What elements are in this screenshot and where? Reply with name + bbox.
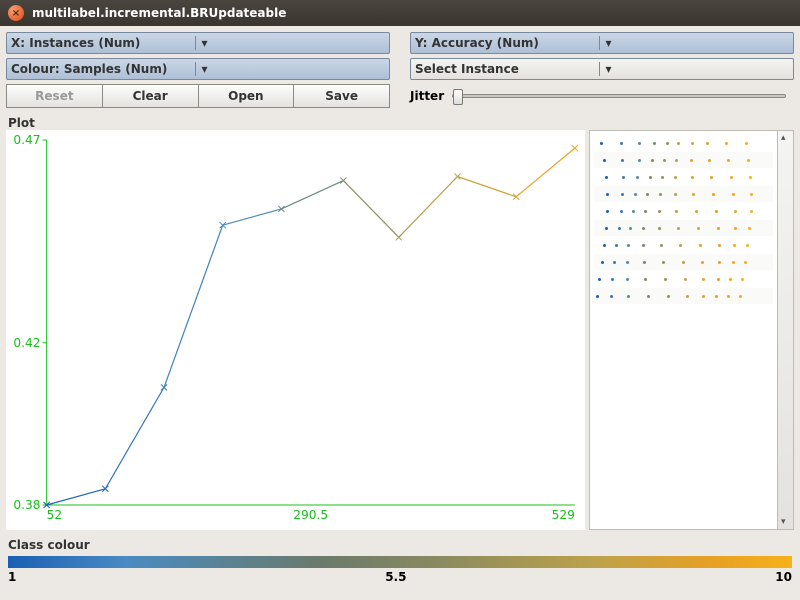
chevron-down-icon: ▾ bbox=[195, 36, 386, 50]
attribute-strip[interactable]: Y bbox=[594, 135, 773, 152]
save-button[interactable]: Save bbox=[294, 84, 390, 108]
attribute-panel: YX bbox=[589, 130, 794, 530]
colorbar-min: 1 bbox=[8, 570, 16, 584]
plot-section-label: Plot bbox=[0, 114, 800, 130]
chevron-down-icon: ▾ bbox=[599, 36, 790, 50]
colorbar-mid: 5.5 bbox=[385, 570, 406, 584]
attribute-strip[interactable] bbox=[594, 237, 773, 254]
x-axis-label: X: Instances (Num) bbox=[11, 36, 195, 50]
svg-text:0.38: 0.38 bbox=[13, 498, 40, 512]
attribute-strip[interactable] bbox=[594, 152, 773, 169]
colorbar-max: 10 bbox=[775, 570, 792, 584]
clear-button[interactable]: Clear bbox=[103, 84, 199, 108]
select-instance-dropdown[interactable]: Select Instance ▾ bbox=[410, 58, 794, 80]
window-titlebar: × multilabel.incremental.BRUpdateable bbox=[0, 0, 800, 26]
select-instance-label: Select Instance bbox=[415, 62, 599, 76]
svg-text:0.47: 0.47 bbox=[13, 133, 40, 147]
class-colour-bar bbox=[8, 556, 792, 568]
y-axis-label: Y: Accuracy (Num) bbox=[415, 36, 599, 50]
svg-text:0.42: 0.42 bbox=[13, 336, 40, 350]
svg-text:290.5: 290.5 bbox=[293, 508, 328, 522]
open-button[interactable]: Open bbox=[199, 84, 295, 108]
y-axis-dropdown[interactable]: Y: Accuracy (Num) ▾ bbox=[410, 32, 794, 54]
slider-thumb[interactable] bbox=[453, 89, 463, 105]
button-row: Reset Clear Open Save bbox=[6, 84, 390, 108]
x-axis-dropdown[interactable]: X: Instances (Num) ▾ bbox=[6, 32, 390, 54]
jitter-slider[interactable] bbox=[452, 94, 786, 98]
reset-button[interactable]: Reset bbox=[6, 84, 103, 108]
attribute-strip[interactable] bbox=[594, 288, 773, 305]
colour-dropdown[interactable]: Colour: Samples (Num) ▾ bbox=[6, 58, 390, 80]
close-icon[interactable]: × bbox=[8, 5, 24, 21]
attribute-strip[interactable]: X bbox=[594, 271, 773, 288]
window-title: multilabel.incremental.BRUpdateable bbox=[32, 6, 286, 20]
chevron-down-icon: ▾ bbox=[599, 62, 790, 76]
chevron-down-icon: ▾ bbox=[195, 62, 386, 76]
attribute-strip[interactable] bbox=[594, 203, 773, 220]
attribute-strip[interactable] bbox=[594, 220, 773, 237]
colour-label: Colour: Samples (Num) bbox=[11, 62, 195, 76]
attribute-strip[interactable] bbox=[594, 254, 773, 271]
main-plot[interactable]: 0.38 0.42 0.47 52 290.5 529 bbox=[6, 130, 585, 530]
svg-text:529: 529 bbox=[552, 508, 575, 522]
attribute-strip[interactable] bbox=[594, 169, 773, 186]
jitter-label: Jitter bbox=[410, 89, 444, 103]
class-colour-label: Class colour bbox=[0, 536, 800, 552]
svg-text:52: 52 bbox=[47, 508, 62, 522]
scrollbar[interactable] bbox=[777, 131, 793, 529]
attribute-strip[interactable] bbox=[594, 186, 773, 203]
